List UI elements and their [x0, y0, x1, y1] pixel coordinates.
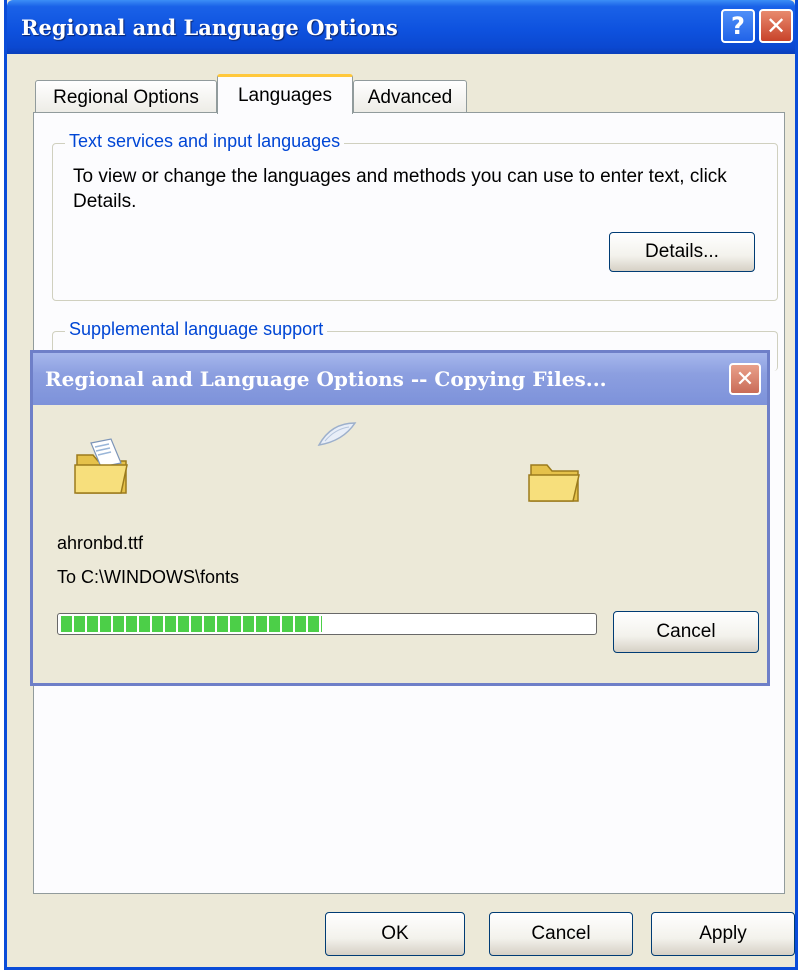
- help-button[interactable]: ?: [721, 9, 755, 43]
- supplemental-legend: Supplemental language support: [65, 319, 328, 340]
- copy-progress-bar: [57, 613, 597, 635]
- tab-advanced[interactable]: Advanced: [353, 80, 467, 114]
- close-button[interactable]: ✕: [759, 9, 793, 43]
- window-title: Regional and Language Options: [21, 15, 398, 40]
- copy-dialog-title-bar[interactable]: Regional and Language Options -- Copying…: [33, 353, 767, 405]
- copy-dialog-close-button[interactable]: ✕: [729, 363, 761, 395]
- tab-regional-options[interactable]: Regional Options: [35, 80, 217, 114]
- cancel-button[interactable]: Cancel: [489, 912, 633, 956]
- text-services-legend: Text services and input languages: [65, 131, 345, 152]
- apply-button[interactable]: Apply: [651, 912, 795, 956]
- file-flying-icon: [317, 422, 357, 446]
- ok-button[interactable]: OK: [325, 912, 465, 956]
- details-button[interactable]: Details...: [609, 232, 755, 272]
- text-services-groupbox: Text services and input languages To vie…: [52, 131, 778, 301]
- copying-files-dialog: Regional and Language Options -- Copying…: [30, 350, 770, 686]
- copy-file-name: ahronbd.ttf: [57, 533, 144, 553]
- copy-progress-fill: [61, 616, 322, 632]
- copy-cancel-button[interactable]: Cancel: [613, 611, 759, 653]
- folder-open-icon: [74, 438, 128, 494]
- copy-destination: To C:\WINDOWS\fonts: [57, 567, 240, 587]
- folder-icon: [528, 464, 580, 502]
- title-bar[interactable]: Regional and Language Options ? ✕: [7, 0, 795, 54]
- tab-languages[interactable]: Languages: [217, 74, 353, 114]
- text-services-description: To view or change the languages and meth…: [73, 166, 727, 212]
- copy-dialog-title: Regional and Language Options -- Copying…: [45, 367, 607, 391]
